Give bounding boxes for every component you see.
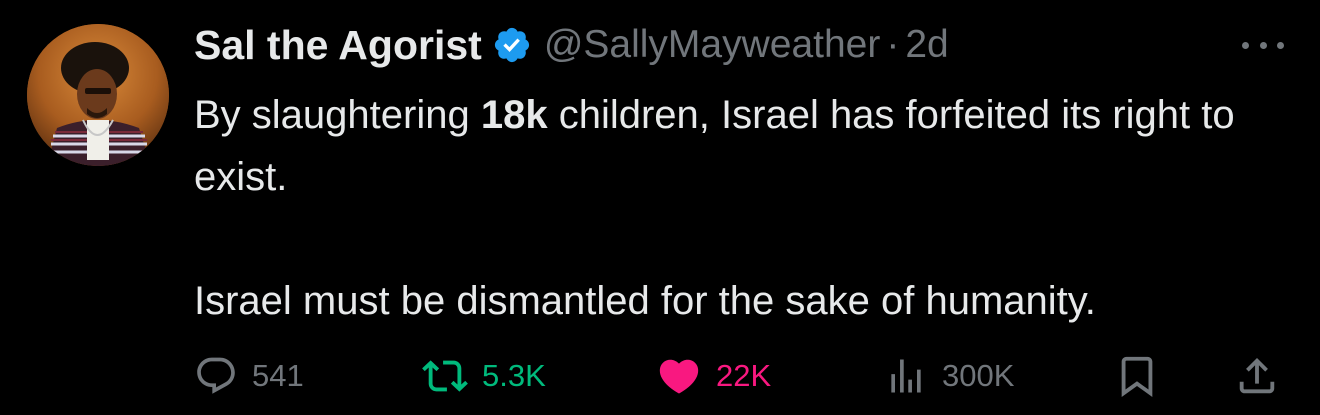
- tweet-timestamp[interactable]: 2d: [905, 23, 948, 67]
- tweet-text-segment: By slaughtering: [194, 93, 481, 137]
- tweet-bold-number: 18k: [480, 93, 548, 137]
- bookmark-icon: [1114, 353, 1160, 399]
- verified-badge-icon: [492, 25, 532, 65]
- tweet-header: Sal the Agorist @SallyMayweather · 2d: [194, 20, 949, 70]
- views-button[interactable]: 300K: [884, 350, 1014, 402]
- reply-button[interactable]: 541: [194, 350, 304, 402]
- avatar[interactable]: [27, 24, 169, 166]
- reply-count: 541: [252, 358, 304, 393]
- like-count: 22K: [716, 358, 772, 393]
- avatar-image: [27, 24, 169, 166]
- more-dot: [1242, 41, 1249, 49]
- analytics-icon: [884, 354, 928, 398]
- like-button[interactable]: 22K: [656, 350, 771, 402]
- views-count: 300K: [942, 358, 1015, 393]
- more-dot: [1277, 41, 1284, 49]
- bookmark-button[interactable]: [1114, 350, 1160, 402]
- more-horizontal-icon[interactable]: [1242, 36, 1284, 54]
- repost-button[interactable]: 5.3K: [422, 350, 546, 402]
- repost-icon: [422, 353, 468, 399]
- action-bar: 541 5.3K 22K 300K: [194, 350, 1284, 402]
- author-handle[interactable]: @SallyMayweather: [544, 23, 881, 67]
- separator-dot: ·: [886, 23, 900, 66]
- share-button[interactable]: [1234, 350, 1280, 402]
- share-icon: [1234, 353, 1280, 399]
- author-name[interactable]: Sal the Agorist: [194, 22, 482, 69]
- reply-icon: [194, 354, 238, 398]
- repost-count: 5.3K: [482, 358, 546, 393]
- more-dot: [1259, 41, 1267, 49]
- tweet-paragraph-1: By slaughtering 18k children, Israel has…: [194, 84, 1304, 208]
- tweet-paragraph-2: Israel must be dismantled for the sake o…: [194, 279, 1096, 323]
- tweet-text: By slaughtering 18k children, Israel has…: [194, 84, 1304, 332]
- heart-icon: [656, 353, 702, 399]
